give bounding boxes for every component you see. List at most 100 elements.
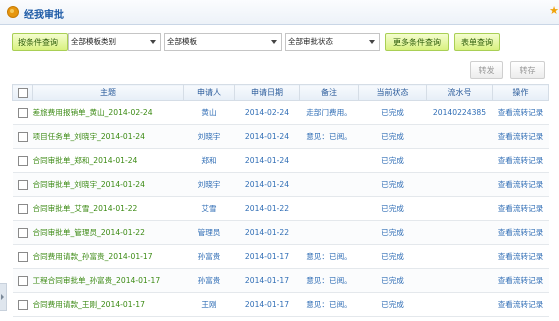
- row-status: 已完成: [358, 100, 427, 125]
- row-operation[interactable]: 查看流转记录: [492, 196, 549, 221]
- row-remark: [299, 196, 359, 221]
- archive-button[interactable]: 转存: [510, 61, 545, 79]
- chevron-down-icon: [150, 40, 156, 44]
- approval-table: 主题 申请人 申请日期 备注 当前状态 流水号 操作 差旅费用报销单_黄山_20…: [12, 84, 549, 317]
- approval-status-value: 全部审批状态: [288, 37, 333, 46]
- view-flow-record-link[interactable]: 查看流转记录: [498, 276, 544, 285]
- row-status: 已完成: [358, 196, 427, 221]
- row-operation[interactable]: 查看流转记录: [492, 220, 549, 245]
- row-checkbox[interactable]: [12, 148, 33, 173]
- row-remark: 意见：已阅。: [299, 124, 359, 149]
- row-status: 已完成: [358, 268, 427, 293]
- row-subject[interactable]: 工程合同审批单_孙富贵_2014-01-17: [32, 268, 184, 293]
- row-subject[interactable]: 合同费用请款_王刚_2014-01-17: [32, 292, 184, 317]
- row-status: 已完成: [358, 148, 427, 173]
- row-remark: 意见：已阅。: [299, 268, 359, 293]
- row-apply-date: 2014-01-17: [234, 244, 300, 269]
- row-apply-date: 2014-01-24: [234, 172, 300, 197]
- row-applicant: 刘晓宇: [183, 124, 235, 149]
- row-status: 已完成: [358, 292, 427, 317]
- row-operation[interactable]: 查看流转记录: [492, 172, 549, 197]
- row-applicant: 郑和: [183, 148, 235, 173]
- row-subject[interactable]: 合同审批单_管理员_2014-01-22: [32, 220, 184, 245]
- row-applicant: 孙富贵: [183, 244, 235, 269]
- row-subject[interactable]: 差旅费用报销单_黄山_2014-02-24: [32, 100, 184, 125]
- row-applicant: 艾雪: [183, 196, 235, 221]
- serial-header: 流水号: [426, 84, 493, 101]
- row-operation[interactable]: 查看流转记录: [492, 292, 549, 317]
- remark-header: 备注: [299, 84, 359, 101]
- chevron-down-icon: [369, 40, 375, 44]
- title-bar: 经我审批 ★: [0, 0, 559, 25]
- row-operation[interactable]: 查看流转记录: [492, 124, 549, 149]
- form-query-button[interactable]: 表单查询: [454, 33, 500, 51]
- row-checkbox[interactable]: [12, 172, 33, 197]
- view-flow-record-link[interactable]: 查看流转记录: [498, 204, 544, 213]
- row-apply-date: 2014-01-22: [234, 196, 300, 221]
- view-flow-record-link[interactable]: 查看流转记录: [498, 132, 544, 141]
- row-checkbox[interactable]: [12, 292, 33, 317]
- row-serial: [426, 220, 493, 245]
- row-remark: [299, 148, 359, 173]
- row-checkbox[interactable]: [12, 220, 33, 245]
- row-remark: 意见：已阅。: [299, 292, 359, 317]
- template-value: 全部模板: [167, 37, 197, 46]
- row-subject[interactable]: 项目任务单_刘晓宇_2014-01-24: [32, 124, 184, 149]
- row-status: 已完成: [358, 172, 427, 197]
- row-checkbox[interactable]: [12, 268, 33, 293]
- row-remark: [299, 220, 359, 245]
- chevron-down-icon: [271, 40, 277, 44]
- template-category-select[interactable]: 全部模板类别: [68, 33, 161, 51]
- row-checkbox[interactable]: [12, 196, 33, 221]
- row-serial: [426, 172, 493, 197]
- view-flow-record-link[interactable]: 查看流转记录: [498, 156, 544, 165]
- table-row: 合同审批单_管理员_2014-01-22 管理员 2014-01-22 已完成 查看流转…: [12, 220, 549, 245]
- row-subject[interactable]: 合同审批单_艾雪_2014-01-22: [32, 196, 184, 221]
- row-checkbox[interactable]: [12, 100, 33, 125]
- row-serial: [426, 196, 493, 221]
- table-row: 合同费用请款_孙富贵_2014-01-17 孙富贵 2014-01-17 意见：已阅。…: [12, 244, 549, 269]
- table-row: 工程合同审批单_孙富贵_2014-01-17 孙富贵 2014-01-17 意见：已阅…: [12, 268, 549, 293]
- view-flow-record-link[interactable]: 查看流转记录: [498, 108, 544, 117]
- forward-button[interactable]: 转发: [470, 61, 503, 79]
- row-serial: [426, 124, 493, 149]
- row-subject[interactable]: 合同审批单_刘晓宇_2014-01-24: [32, 172, 184, 197]
- table-row: 合同审批单_刘晓宇_2014-01-24 刘晓宇 2014-01-24 已完成 查看流转…: [12, 172, 549, 197]
- view-flow-record-link[interactable]: 查看流转记录: [498, 180, 544, 189]
- row-remark: [299, 172, 359, 197]
- row-applicant: 孙富贵: [183, 268, 235, 293]
- row-operation[interactable]: 查看流转记录: [492, 268, 549, 293]
- row-status: 已完成: [358, 220, 427, 245]
- row-apply-date: 2014-01-22: [234, 220, 300, 245]
- applicant-header: 申请人: [183, 84, 235, 101]
- view-flow-record-link[interactable]: 查看流转记录: [498, 228, 544, 237]
- row-applicant: 黄山: [183, 100, 235, 125]
- row-applicant: 刘晓宇: [183, 172, 235, 197]
- row-checkbox[interactable]: [12, 124, 33, 149]
- favorite-star-icon[interactable]: ★: [549, 4, 559, 17]
- row-serial: [426, 148, 493, 173]
- view-flow-record-link[interactable]: 查看流转记录: [498, 252, 544, 261]
- row-serial: [426, 268, 493, 293]
- select-all-checkbox[interactable]: [12, 84, 33, 101]
- filter-bar: 按条件查询 全部模板类别 全部模板 全部审批状态 更多条件查询 表单查询: [12, 33, 500, 51]
- approval-status-select[interactable]: 全部审批状态: [285, 33, 380, 51]
- status-header: 当前状态: [358, 84, 427, 101]
- more-conditions-button[interactable]: 更多条件查询: [385, 33, 449, 51]
- row-operation[interactable]: 查看流转记录: [492, 244, 549, 269]
- row-subject[interactable]: 合同审批单_郑和_2014-01-24: [32, 148, 184, 173]
- query-by-condition-button[interactable]: 按条件查询: [12, 33, 68, 51]
- row-apply-date: 2014-01-24: [234, 148, 300, 173]
- row-operation[interactable]: 查看流转记录: [492, 148, 549, 173]
- row-operation[interactable]: 查看流转记录: [492, 100, 549, 125]
- subject-header: 主题: [32, 84, 184, 101]
- row-checkbox[interactable]: [12, 244, 33, 269]
- row-subject[interactable]: 合同费用请款_孙富贵_2014-01-17: [32, 244, 184, 269]
- row-serial: [426, 244, 493, 269]
- row-serial: 20140224385: [426, 100, 493, 125]
- side-expand-handle[interactable]: [0, 283, 7, 311]
- table-row: 合同费用请款_王刚_2014-01-17 王刚 2014-01-17 意见：已阅。 已完…: [12, 292, 549, 317]
- table-header-row: 主题 申请人 申请日期 备注 当前状态 流水号 操作: [12, 84, 549, 101]
- template-select[interactable]: 全部模板: [164, 33, 282, 51]
- view-flow-record-link[interactable]: 查看流转记录: [498, 300, 544, 309]
